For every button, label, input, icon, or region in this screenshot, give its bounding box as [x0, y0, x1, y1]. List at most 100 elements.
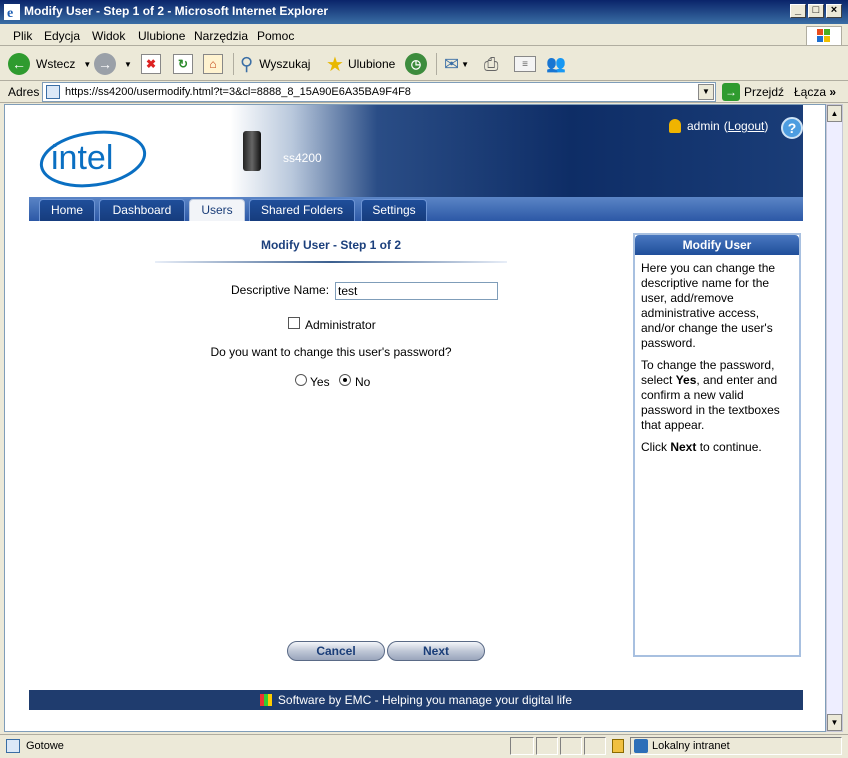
title-divider	[155, 261, 507, 263]
home-button[interactable]: ⌂	[203, 51, 223, 77]
scroll-down-icon[interactable]: ▼	[827, 714, 842, 731]
footer-bar: Software by EMC - Helping you manage you…	[29, 690, 803, 710]
password-question: Do you want to change this user's passwo…	[210, 345, 452, 359]
help-icon[interactable]: ?	[781, 117, 803, 139]
star-icon: ★	[326, 53, 344, 76]
radio-yes-label: Yes	[310, 375, 330, 389]
intel-logo: intel	[39, 130, 147, 188]
dropdown-arrow-icon: ▼	[461, 59, 470, 69]
radio-no[interactable]	[339, 374, 351, 386]
radio-no-label: No	[355, 375, 371, 389]
print-button[interactable]: ⎙	[484, 51, 498, 77]
search-icon: ⚲	[240, 53, 254, 74]
vertical-scrollbar[interactable]: ▲ ▼	[826, 104, 843, 732]
tab-users[interactable]: Users	[189, 199, 245, 221]
status-bar: Gotowe Lokalny intranet	[0, 734, 848, 758]
windows-logo-icon	[806, 26, 842, 46]
menu-favorites[interactable]: Ulubione	[138, 29, 185, 43]
close-button[interactable]: ×	[826, 4, 842, 18]
chevron-right-icon: »	[829, 85, 837, 99]
radio-yes[interactable]	[295, 374, 307, 386]
zone-text: Lokalny intranet	[652, 740, 730, 752]
status-cell	[510, 737, 534, 755]
search-label: Wyszukaj	[259, 57, 311, 71]
emc-icon	[259, 694, 272, 706]
user-area: admin (Logout)	[669, 119, 768, 133]
administrator-label: Administrator	[305, 318, 376, 332]
tab-settings[interactable]: Settings	[361, 199, 427, 221]
links-label: Łącza	[794, 85, 827, 99]
nav-bar: Home Dashboard Users Shared Folders Sett…	[29, 197, 803, 221]
menu-bar: Plik Edycja Widok Ulubione Narzędzia Pom…	[0, 24, 848, 46]
next-button[interactable]: Next	[387, 641, 485, 661]
intranet-icon	[634, 739, 648, 753]
go-label: Przejdź	[744, 85, 785, 99]
cancel-button[interactable]: Cancel	[287, 641, 385, 661]
menu-tools[interactable]: Narzędzia	[194, 29, 248, 43]
messenger-icon: 👥	[546, 56, 566, 73]
back-arrow-icon: ←	[8, 53, 30, 75]
back-button[interactable]: ← Wstecz ▼	[8, 51, 91, 77]
ie-icon: e	[4, 4, 20, 20]
svg-text:e: e	[7, 6, 13, 20]
go-button[interactable]: → Przejdź	[722, 83, 784, 101]
search-button[interactable]: ⚲ Wyszukaj	[240, 51, 310, 77]
scroll-up-icon[interactable]: ▲	[827, 105, 842, 122]
status-text: Gotowe	[26, 740, 64, 752]
forward-button[interactable]: → ▼	[94, 51, 132, 77]
administrator-checkbox[interactable]	[288, 317, 300, 329]
help-paragraph: Here you can change the descriptive name…	[641, 261, 776, 350]
go-arrow-icon: →	[722, 83, 740, 101]
menu-view[interactable]: Widok	[92, 29, 125, 43]
menu-file[interactable]: Plik	[13, 29, 32, 43]
dropdown-arrow-icon: ▼	[124, 59, 132, 69]
printer-icon: ⎙	[484, 53, 499, 74]
edit-icon: ≡	[514, 56, 536, 72]
menu-help[interactable]: Pomoc	[257, 29, 294, 43]
favorites-label: Ulubione	[347, 57, 396, 71]
back-label: Wstecz	[36, 57, 76, 71]
edit-button[interactable]: ≡	[514, 51, 536, 77]
title-bar: e Modify User - Step 1 of 2 - Microsoft …	[0, 0, 848, 24]
messenger-button[interactable]: 👥	[546, 51, 566, 77]
address-bar: Adres https://ss4200/usermodify.html?t=3…	[0, 81, 848, 103]
favorites-button[interactable]: ★ Ulubione	[326, 51, 395, 77]
device-name: ss4200	[283, 151, 322, 165]
maximize-button[interactable]: □	[808, 4, 824, 18]
user-icon	[669, 119, 681, 133]
address-url: https://ss4200/usermodify.html?t=3&cl=88…	[65, 86, 411, 98]
tab-shared-folders[interactable]: Shared Folders	[249, 199, 355, 221]
stop-icon: ✖	[141, 54, 161, 74]
address-dropdown-icon[interactable]: ▼	[698, 84, 714, 100]
refresh-icon: ↻	[173, 54, 193, 74]
help-panel-body: Here you can change the descriptive name…	[635, 255, 799, 455]
user-name: admin	[687, 119, 720, 133]
lock-icon	[612, 739, 624, 753]
help-panel-title: Modify User	[635, 235, 799, 255]
page-status-icon	[6, 739, 20, 753]
help-paragraph: Click Next to continue.	[641, 440, 762, 454]
window-title: Modify User - Step 1 of 2 - Microsoft In…	[24, 4, 329, 18]
stop-button[interactable]: ✖	[141, 51, 161, 77]
history-icon: ◷	[405, 53, 427, 75]
device-icon	[243, 131, 261, 171]
help-panel: Modify User Here you can change the desc…	[633, 233, 801, 657]
descriptive-name-input[interactable]	[335, 282, 498, 300]
minimize-button[interactable]: _	[790, 4, 806, 18]
tab-dashboard[interactable]: Dashboard	[99, 199, 185, 221]
svg-text:intel: intel	[51, 139, 113, 177]
page-viewport: intel ss4200 admin (Logout) ? Home Dashb…	[4, 104, 826, 732]
links-button[interactable]: Łącza »	[794, 85, 836, 99]
menu-edit[interactable]: Edycja	[44, 29, 80, 43]
tab-home[interactable]: Home	[39, 199, 95, 221]
mail-button[interactable]: ✉ ▼	[444, 51, 469, 77]
help-paragraph: To change the password, select Yes, and …	[641, 358, 780, 432]
dropdown-arrow-icon: ▼	[83, 59, 92, 69]
address-input[interactable]: https://ss4200/usermodify.html?t=3&cl=88…	[42, 82, 716, 102]
mail-icon: ✉	[444, 53, 460, 74]
history-button[interactable]: ◷	[405, 51, 427, 77]
logout-link[interactable]: Logout	[728, 119, 765, 133]
page-title: Modify User - Step 1 of 2	[260, 238, 402, 252]
refresh-button[interactable]: ↻	[173, 51, 193, 77]
toolbar: ← Wstecz ▼ → ▼ ✖ ↻ ⌂ ⚲ Wyszukaj ★ Ulubio…	[0, 47, 848, 81]
